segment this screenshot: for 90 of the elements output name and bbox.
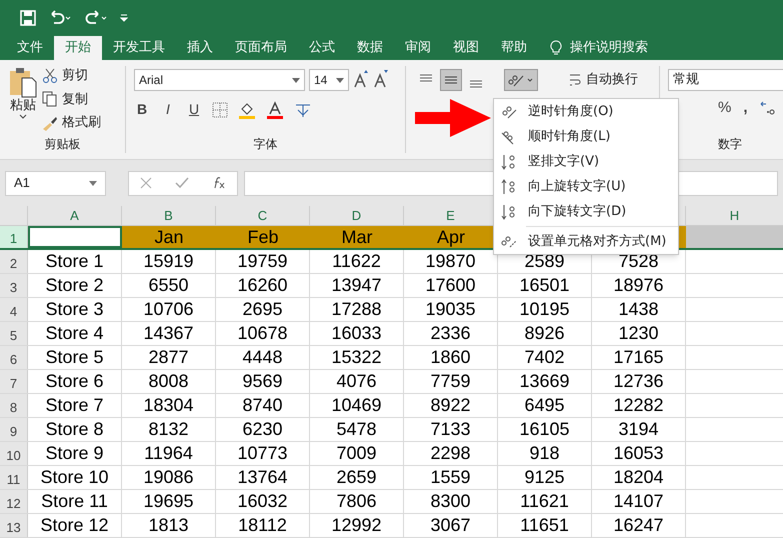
table-cell: 15322: [310, 346, 404, 369]
table-cell: 11651: [498, 514, 592, 537]
table-cell: 2298: [404, 442, 498, 465]
group-label: 数字: [718, 136, 743, 153]
table-cell: 18204: [592, 466, 686, 489]
table-cell: 7402: [498, 346, 592, 369]
table-cell: 15919: [122, 250, 216, 273]
table-cell: 16033: [310, 322, 404, 345]
table-cell: 6495: [498, 394, 592, 417]
table-cell: Jan: [122, 226, 216, 248]
font-size-value: 14: [314, 72, 328, 89]
table-cell: 8926: [498, 322, 592, 345]
table-cell: 11621: [498, 490, 592, 513]
table-cell: 4076: [310, 370, 404, 393]
table-cell: 18304: [122, 394, 216, 417]
table-cell: 1230: [592, 322, 686, 345]
table-cell: 19695: [122, 490, 216, 513]
table-cell: 8922: [404, 394, 498, 417]
table-cell: 2877: [122, 346, 216, 369]
table-cell: Store 12: [28, 514, 122, 537]
table-cell: 7759: [404, 370, 498, 393]
table-cell: 8740: [216, 394, 310, 417]
group-label: 字体: [252, 136, 278, 153]
table-cell: 918: [498, 442, 592, 465]
table-cell: 11964: [122, 442, 216, 465]
table-cell: 4448: [216, 346, 310, 369]
table-cell: 6230: [216, 418, 310, 441]
table-cell: 17600: [404, 274, 498, 297]
table-cell: 10773: [216, 442, 310, 465]
table-cell: 14367: [122, 322, 216, 345]
table-cell: 16053: [592, 442, 686, 465]
table-cell: 19759: [216, 250, 310, 273]
table-cell: 1559: [404, 466, 498, 489]
table-cell: Mar: [310, 226, 404, 248]
table-cell: Store 9: [28, 442, 122, 465]
table-cell: 19086: [122, 466, 216, 489]
table-cell: 13764: [216, 466, 310, 489]
table-cell: 8132: [122, 418, 216, 441]
table-cell: 2659: [310, 466, 404, 489]
table-cell: 18112: [216, 514, 310, 537]
table-cell: 11622: [310, 250, 404, 273]
table-cell: 3067: [404, 514, 498, 537]
cell-reference: A1: [14, 174, 30, 192]
table-cell: 10678: [216, 322, 310, 345]
table-cell: Store 2: [28, 274, 122, 297]
table-cell: Store 5: [28, 346, 122, 369]
table-cell: 1813: [122, 514, 216, 537]
table-cell: 2336: [404, 322, 498, 345]
table-cell: 7133: [404, 418, 498, 441]
table-cell: 8008: [122, 370, 216, 393]
table-cell: 7009: [310, 442, 404, 465]
table-cell: 1438: [592, 298, 686, 321]
table-cell: 17288: [310, 298, 404, 321]
table-cell: Store 10: [28, 466, 122, 489]
group-label: 剪贴板: [44, 136, 82, 153]
table-cell: Store 4: [28, 322, 122, 345]
table-cell: 18976: [592, 274, 686, 297]
table-cell: Feb: [216, 226, 310, 248]
table-cell: 7806: [310, 490, 404, 513]
table-cell: Store 1: [28, 250, 122, 273]
table-cell: 16032: [216, 490, 310, 513]
table-cell: 16105: [498, 418, 592, 441]
table-cell: 12282: [592, 394, 686, 417]
table-cell: 19035: [404, 298, 498, 321]
table-cell: 1860: [404, 346, 498, 369]
table-cell: 3194: [592, 418, 686, 441]
table-cell: Store 3: [28, 298, 122, 321]
table-cell: 16260: [216, 274, 310, 297]
table-cell: 12992: [310, 514, 404, 537]
table-cell: 2695: [216, 298, 310, 321]
table-cell: 10706: [122, 298, 216, 321]
table-cell: 13947: [310, 274, 404, 297]
table-cell: 9125: [498, 466, 592, 489]
table-cell: 17165: [592, 346, 686, 369]
table-cell: 14107: [592, 490, 686, 513]
table-cell: 16501: [498, 274, 592, 297]
table-cell: Store 8: [28, 418, 122, 441]
table-cell: 6550: [122, 274, 216, 297]
table-cell: Store 6: [28, 370, 122, 393]
table-cell: 12736: [592, 370, 686, 393]
table-cell: 10469: [310, 394, 404, 417]
table-cell: 9569: [216, 370, 310, 393]
table-cell: 10195: [498, 298, 592, 321]
table-cell: 13669: [498, 370, 592, 393]
table-cell: 16247: [592, 514, 686, 537]
table-cell: Store 7: [28, 394, 122, 417]
table-cell: Store 11: [28, 490, 122, 513]
table-cell: 8300: [404, 490, 498, 513]
font-name-value: Arial: [139, 72, 164, 89]
table-cell: 5478: [310, 418, 404, 441]
